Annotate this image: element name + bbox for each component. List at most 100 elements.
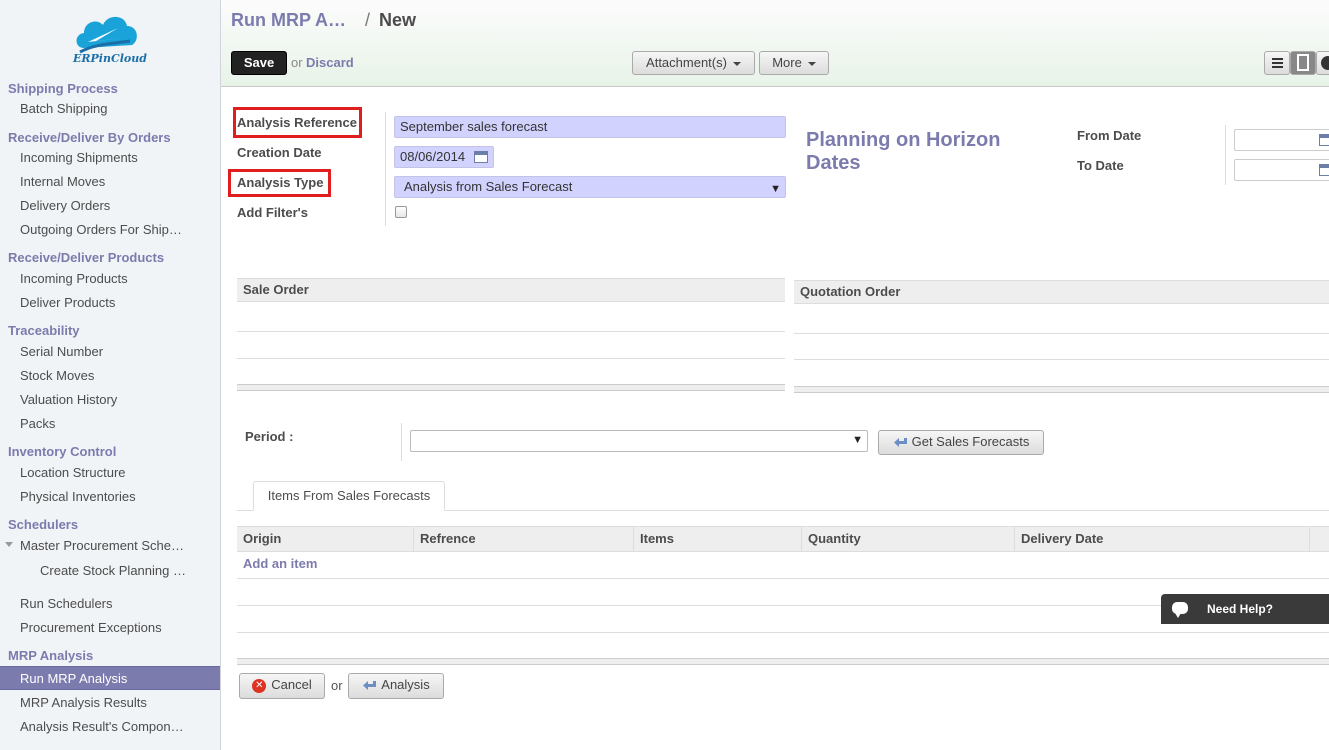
analysis-reference-input[interactable]: September sales forecast bbox=[394, 116, 786, 138]
to-date-input[interactable] bbox=[1234, 159, 1329, 181]
creation-date-input[interactable]: 08/06/2014 bbox=[394, 146, 494, 168]
cancel-icon: ✕ bbox=[252, 678, 267, 693]
get-sales-forecasts-button[interactable]: Get Sales Forecasts bbox=[878, 430, 1044, 455]
sidebar-item-delivery-orders[interactable]: Delivery Orders bbox=[0, 194, 190, 218]
erpincloud-logo[interactable]: ERPinCloud bbox=[70, 8, 147, 70]
attachments-label: Attachment(s) bbox=[646, 55, 727, 70]
sidebar-item-create-stock-planning[interactable]: Create Stock Planning … bbox=[0, 559, 190, 583]
analysis-type-label: Analysis Type bbox=[237, 175, 324, 190]
list-icon bbox=[1272, 58, 1283, 68]
list-view-button[interactable] bbox=[1264, 51, 1290, 75]
sidebar-section-schedulers: Schedulers bbox=[8, 517, 79, 532]
get-sales-forecasts-label: Get Sales Forecasts bbox=[911, 434, 1030, 449]
sale-order-header: Sale Order bbox=[237, 278, 785, 302]
sidebar-item-incoming-shipments[interactable]: Incoming Shipments bbox=[0, 146, 190, 170]
sidebar-section-shipping-process: Shipping Process bbox=[8, 81, 118, 96]
return-arrow-icon bbox=[893, 437, 907, 447]
period-select[interactable]: ▼ bbox=[410, 430, 868, 452]
add-filters-label: Add Filter's bbox=[237, 205, 308, 220]
analysis-label: Analysis bbox=[381, 677, 430, 692]
sidebar-item-valuation-history[interactable]: Valuation History bbox=[0, 388, 190, 412]
need-help-label: Need Help? bbox=[1207, 602, 1274, 616]
creation-date-label: Creation Date bbox=[237, 145, 322, 160]
sidebar-item-batch-shipping[interactable]: Batch Shipping bbox=[0, 97, 190, 121]
sidebar-item-outgoing-orders[interactable]: Outgoing Orders For Ship… bbox=[0, 218, 190, 242]
form-icon bbox=[1297, 54, 1309, 71]
discard-link[interactable]: Discard bbox=[306, 55, 354, 70]
chevron-down-icon bbox=[807, 61, 816, 66]
column-header-quantity[interactable]: Quantity bbox=[802, 527, 1015, 551]
sidebar-section-traceability: Traceability bbox=[8, 323, 80, 338]
need-help-widget[interactable]: Need Help? bbox=[1161, 594, 1329, 624]
field-separator bbox=[401, 423, 402, 461]
from-date-label: From Date bbox=[1077, 128, 1142, 143]
form-header: Run MRP A… / New Save or Discard Attachm… bbox=[221, 0, 1329, 87]
analysis-button[interactable]: Analysis bbox=[348, 673, 444, 699]
dropdown-arrow-icon: ▼ bbox=[852, 434, 863, 446]
sidebar: ERPinCloud Shipping Process Batch Shippi… bbox=[0, 0, 221, 750]
or-text: or bbox=[331, 678, 343, 693]
table-row-divider bbox=[237, 578, 1329, 579]
or-text: or bbox=[291, 55, 303, 70]
sidebar-item-analysis-result-components[interactable]: Analysis Result's Compon… bbox=[0, 715, 190, 739]
calendar-icon[interactable] bbox=[1319, 134, 1329, 146]
more-button[interactable]: More bbox=[759, 51, 829, 75]
sidebar-item-run-mrp-analysis[interactable]: Run MRP Analysis bbox=[0, 666, 220, 690]
sidebar-item-stock-moves[interactable]: Stock Moves bbox=[0, 364, 190, 388]
graph-view-button[interactable] bbox=[1316, 51, 1329, 75]
logo-text: ERPinCloud bbox=[73, 52, 147, 65]
column-header-delivery-date[interactable]: Delivery Date bbox=[1015, 527, 1310, 551]
horizon-title: Planning on Horizon Dates bbox=[806, 129, 1001, 174]
sidebar-item-packs[interactable]: Packs bbox=[0, 412, 190, 436]
sidebar-item-run-schedulers[interactable]: Run Schedulers bbox=[0, 592, 190, 616]
more-label: More bbox=[772, 55, 802, 70]
calendar-icon[interactable] bbox=[1319, 164, 1329, 176]
from-date-input[interactable] bbox=[1234, 129, 1329, 151]
quotation-order-header: Quotation Order bbox=[794, 280, 1329, 304]
sidebar-section-receive-deliver-by-orders: Receive/Deliver By Orders bbox=[8, 130, 171, 145]
items-grid-header: Origin Refrence Items Quantity Delivery … bbox=[237, 526, 1329, 552]
attachments-button[interactable]: Attachment(s) bbox=[632, 51, 755, 75]
column-header-items[interactable]: Items bbox=[634, 527, 802, 551]
chat-bubble-icon bbox=[1172, 602, 1188, 618]
sidebar-item-procurement-exceptions[interactable]: Procurement Exceptions bbox=[0, 616, 190, 640]
add-filters-checkbox[interactable] bbox=[395, 206, 407, 218]
add-item-link[interactable]: Add an item bbox=[243, 556, 317, 571]
sidebar-item-physical-inventories[interactable]: Physical Inventories bbox=[0, 485, 190, 509]
field-separator bbox=[385, 112, 386, 226]
column-header-refrence[interactable]: Refrence bbox=[414, 527, 634, 551]
field-separator bbox=[1225, 125, 1226, 185]
table-row-divider bbox=[794, 359, 1329, 360]
sidebar-item-mrp-analysis-results[interactable]: MRP Analysis Results bbox=[0, 691, 190, 715]
analysis-type-value: Analysis from Sales Forecast bbox=[404, 179, 573, 194]
sidebar-item-location-structure[interactable]: Location Structure bbox=[0, 461, 190, 485]
analysis-type-select[interactable]: Analysis from Sales Forecast ▼ bbox=[394, 176, 786, 198]
table-row-divider bbox=[237, 358, 785, 359]
breadcrumb-parent-link[interactable]: Run MRP A… bbox=[231, 10, 346, 30]
breadcrumb-separator: / bbox=[365, 10, 371, 30]
sidebar-item-serial-number[interactable]: Serial Number bbox=[0, 340, 190, 364]
to-date-label: To Date bbox=[1077, 158, 1124, 173]
sidebar-item-incoming-products[interactable]: Incoming Products bbox=[0, 267, 190, 291]
items-grid-footer bbox=[237, 658, 1329, 665]
chevron-down-icon bbox=[732, 61, 741, 66]
table-row-divider bbox=[794, 333, 1329, 334]
pie-chart-icon bbox=[1321, 56, 1329, 70]
sidebar-section-mrp-analysis: MRP Analysis bbox=[8, 648, 94, 663]
table-row-divider bbox=[237, 331, 785, 332]
sale-order-footer bbox=[237, 384, 785, 391]
save-button[interactable]: Save bbox=[231, 51, 287, 75]
cancel-label: Cancel bbox=[271, 677, 312, 692]
breadcrumb: Run MRP A… / New bbox=[231, 10, 416, 31]
sidebar-item-master-procurement[interactable]: Master Procurement Sche… bbox=[0, 534, 190, 558]
sidebar-item-deliver-products[interactable]: Deliver Products bbox=[0, 291, 190, 315]
column-header-origin[interactable]: Origin bbox=[237, 527, 414, 551]
tab-items-from-sales-forecasts[interactable]: Items From Sales Forecasts bbox=[253, 481, 445, 511]
calendar-icon[interactable] bbox=[474, 151, 488, 163]
sidebar-section-receive-deliver-products: Receive/Deliver Products bbox=[8, 250, 165, 265]
creation-date-value: 08/06/2014 bbox=[400, 149, 466, 164]
sidebar-item-internal-moves[interactable]: Internal Moves bbox=[0, 170, 190, 194]
form-view-button[interactable] bbox=[1290, 51, 1316, 75]
analysis-reference-label: Analysis Reference bbox=[237, 115, 357, 130]
cancel-button[interactable]: ✕ Cancel bbox=[239, 673, 325, 699]
